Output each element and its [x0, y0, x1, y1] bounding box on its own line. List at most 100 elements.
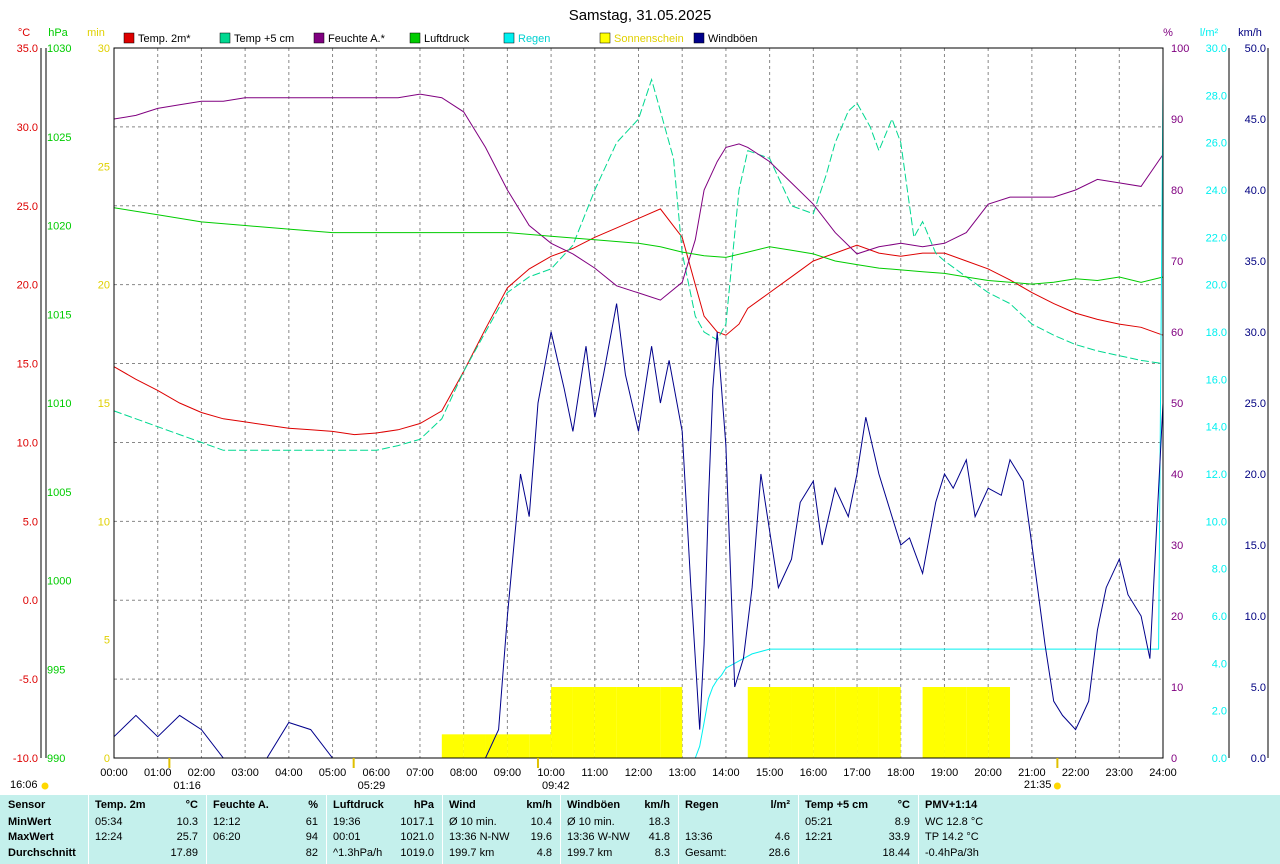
tick-label-time: 00:00	[100, 767, 128, 779]
tick-label-time: 03:00	[231, 767, 259, 779]
stats-cell-value: 82	[305, 847, 318, 859]
stats-cell-value: 8.9	[894, 816, 910, 828]
sunshine-bar	[878, 687, 901, 758]
sunshine-bar	[813, 687, 836, 758]
stats-row-label-min: MinWert	[8, 816, 52, 828]
stats-cell-value: 18.3	[648, 816, 670, 828]
stats-cell-value: 10.4	[530, 816, 552, 828]
stats-cell-time: 13:36 W-NW	[567, 831, 630, 843]
stats-cell-value: 19.6	[530, 831, 552, 843]
stats-cell-time: TP 14.2 °C	[925, 831, 979, 843]
stats-cell-time: 12:12	[213, 816, 241, 828]
stats-col-unit: hPa	[413, 799, 434, 811]
legend-label-rain: Regen	[518, 33, 550, 45]
tick-label-humidity: 30	[1171, 540, 1183, 552]
stats-col-title: Luftdruck	[333, 799, 384, 811]
stats-cell-value: 61	[305, 816, 318, 828]
stats-cell-value: 1019.0	[400, 847, 434, 859]
tick-label-sunshine: 15	[98, 398, 110, 410]
tick-label-wind: 5.0	[1251, 682, 1266, 694]
stats-column-6: Temp +5 cm °C 05:21 8.9 12:21 33.9 18.44	[798, 795, 919, 864]
tick-label-rain: 14.0	[1206, 422, 1227, 434]
legend-label-humidity: Feuchte A.*	[328, 33, 386, 45]
tick-label-humidity: 0	[1171, 753, 1177, 765]
tick-label-humidity: 20	[1171, 611, 1183, 623]
tick-label-temp: 0.0	[23, 595, 38, 607]
tick-label-pressure: 1025	[47, 132, 71, 144]
stats-cell-time: 19:36	[333, 816, 361, 828]
tick-label-pressure: 990	[47, 753, 65, 765]
tick-label-time: 07:00	[406, 767, 434, 779]
tick-label-time: 06:00	[362, 767, 390, 779]
tick-label-temp: 20.0	[17, 280, 38, 292]
stats-cell-value: 18.44	[882, 847, 910, 859]
legend-swatch-temp2m	[123, 32, 135, 44]
stats-col-unit: °C	[185, 799, 198, 811]
sunshine-bar	[572, 687, 595, 758]
tick-label-wind: 40.0	[1245, 185, 1266, 197]
stats-header-sensor: Sensor	[8, 799, 46, 811]
legend-swatch-rain	[503, 32, 515, 44]
stats-col-unit: °C	[897, 799, 910, 811]
weather-chart: Samstag, 31.05.2025 Temp. 2m* Temp +5 cm Fe…	[0, 0, 1280, 795]
stats-table: Sensor MinWert MaxWert Durchschnitt Temp…	[0, 795, 1280, 864]
label-left-time: 16:06	[10, 779, 38, 791]
stats-col-title: PMV+1:14	[925, 799, 978, 811]
tick-label-time: 01:00	[144, 767, 172, 779]
label-sunset-time: 21:35	[1024, 779, 1052, 791]
axis-unit-wind: km/h	[1238, 27, 1262, 39]
sunshine-bar	[988, 687, 1011, 758]
stats-label-column: Sensor MinWert MaxWert Durchschnitt	[0, 795, 89, 864]
tick-label-rain: 8.0	[1212, 564, 1227, 576]
tick-label-temp: -10.0	[13, 753, 38, 765]
tick-label-humidity: 50	[1171, 398, 1183, 410]
tick-label-time: 04:00	[275, 767, 303, 779]
tick-label-wind: 0.0	[1251, 753, 1266, 765]
legend-label-sunshine: Sonnenschein	[614, 33, 684, 45]
axis-unit-temp: °C	[18, 27, 30, 39]
stats-cell-time: 12:24	[95, 831, 123, 843]
tick-label-wind: 20.0	[1245, 469, 1266, 481]
stats-row-label-max: MaxWert	[8, 831, 54, 843]
tick-label-rain: 6.0	[1212, 611, 1227, 623]
tick-label-humidity: 60	[1171, 327, 1183, 339]
tick-label-rain: 22.0	[1206, 232, 1227, 244]
stats-cell-value: 41.8	[648, 831, 670, 843]
stats-cell-time: 05:21	[805, 816, 833, 828]
tick-label-rain: 10.0	[1206, 516, 1227, 528]
sunshine-bar	[791, 687, 814, 758]
stats-column-7: PMV+1:14 WC 12.8 °C TP 14.2 °C -0.4hPa/3h	[918, 795, 1280, 864]
stats-cell-time: Ø 10 min.	[449, 816, 497, 828]
stats-cell-time: 13:36	[685, 831, 713, 843]
stats-cell-time: 199.7 km	[567, 847, 613, 859]
tick-label-rain: 20.0	[1206, 280, 1227, 292]
tick-label-time: 19:00	[931, 767, 959, 779]
chart-title: Samstag, 31.05.2025	[569, 7, 712, 24]
sunshine-bar	[638, 687, 661, 758]
sun-dot-sunset	[1053, 782, 1061, 790]
tick-label-wind: 30.0	[1245, 327, 1266, 339]
sunshine-bar	[485, 734, 508, 758]
legend-label-gusts: Windböen	[708, 33, 758, 45]
tick-label-pressure: 1020	[47, 221, 71, 233]
stats-cell-time: ^1.3hPa/h	[333, 847, 383, 859]
tick-label-temp: 35.0	[17, 43, 38, 55]
sunshine-bar	[551, 687, 573, 758]
stats-cell-time: WC 12.8 °C	[925, 816, 984, 828]
stats-cell-value: 10.3	[176, 816, 198, 828]
stats-cell-time: -0.4hPa/3h	[925, 847, 979, 859]
sunshine-bar	[463, 734, 486, 758]
stats-column-0: Temp. 2m °C 05:34 10.3 12:24 25.7 17.89	[88, 795, 207, 864]
tick-label-sunshine: 10	[98, 516, 110, 528]
stats-row-label-avg: Durchschnitt	[8, 847, 76, 859]
tick-label-humidity: 70	[1171, 256, 1183, 268]
tick-label-temp: -5.0	[19, 674, 38, 686]
stats-cell-time: 00:01	[333, 831, 361, 843]
tick-label-time: 22:00	[1062, 767, 1090, 779]
stats-cell-value: 25.7	[176, 831, 198, 843]
tick-label-temp: 10.0	[17, 437, 38, 449]
tick-label-rain: 30.0	[1206, 43, 1227, 55]
tick-label-sunshine: 25	[98, 161, 110, 173]
sunshine-bar	[966, 687, 989, 758]
legend-label-temp2m: Temp. 2m*	[138, 33, 191, 45]
